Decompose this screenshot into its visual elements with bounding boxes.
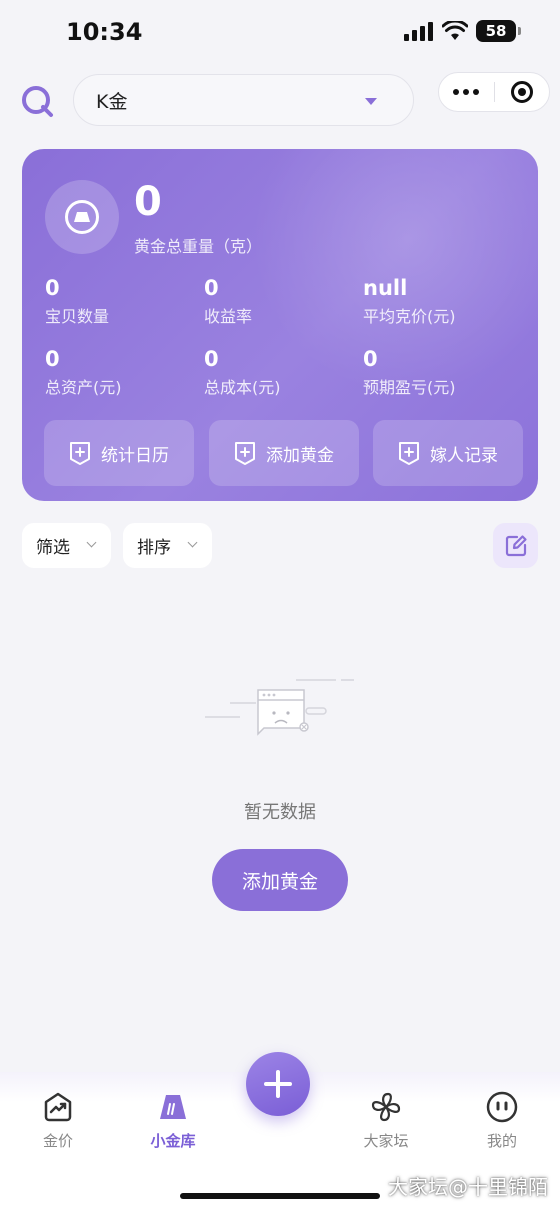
empty-state-text: 暂无数据 xyxy=(244,802,316,823)
total-weight-label: 黄金总重量（克） xyxy=(134,237,263,256)
target-icon xyxy=(510,81,533,103)
stat-label: 预期盈亏(元) xyxy=(363,378,456,397)
wifi-icon xyxy=(442,21,468,40)
chevron-down-icon xyxy=(86,537,97,548)
signal-icon xyxy=(404,22,433,41)
close-miniprogram-button[interactable] xyxy=(495,73,550,111)
tab-label: 大家坛 xyxy=(363,1132,409,1150)
total-weight-value: 0 xyxy=(134,179,162,225)
gold-icon-badge xyxy=(45,180,119,254)
stat-value: 0 xyxy=(363,347,378,371)
battery-icon: 58 xyxy=(476,20,521,42)
home-indicator xyxy=(180,1193,380,1199)
pinwheel-icon xyxy=(371,1092,401,1122)
stat-item-count: 0 宝贝数量 xyxy=(45,276,109,327)
filter-label: 筛选 xyxy=(36,538,70,558)
marriage-record-button[interactable]: 嫁人记录 xyxy=(373,420,523,486)
tab-gold-price[interactable]: 金价 xyxy=(13,1090,103,1151)
stat-total-assets: 0 总资产(元) xyxy=(45,347,122,398)
record-doc-icon xyxy=(399,442,419,465)
tab-label: 我的 xyxy=(486,1132,517,1150)
add-gold-card-label: 添加黄金 xyxy=(266,445,334,466)
more-dots-icon xyxy=(453,89,480,95)
caret-down-icon xyxy=(365,98,377,105)
empty-box-illustration xyxy=(205,679,354,736)
gold-type-select[interactable]: K金 xyxy=(73,74,414,126)
battery-level: 58 xyxy=(485,22,507,40)
add-gold-button[interactable]: 添加黄金 xyxy=(212,849,348,911)
stat-avg-price: null 平均克价(元) xyxy=(363,276,456,327)
tab-forum[interactable]: 大家坛 xyxy=(341,1090,431,1151)
add-gold-card-button[interactable]: 添加黄金 xyxy=(209,420,359,486)
summary-card: 0 黄金总重量（克） 0 宝贝数量 0 收益率 null 平均克价(元) 0 总… xyxy=(22,149,538,501)
stat-value: 0 xyxy=(45,276,60,300)
plus-icon xyxy=(264,1070,292,1098)
gold-bar-icon xyxy=(65,200,99,234)
stats-calendar-button[interactable]: 统计日历 xyxy=(44,420,194,486)
add-floating-button[interactable] xyxy=(246,1052,310,1116)
stat-value: 0 xyxy=(45,347,60,371)
stat-label: 平均克价(元) xyxy=(363,307,456,326)
face-icon xyxy=(486,1091,518,1123)
trend-chart-icon xyxy=(44,1092,72,1122)
edit-icon xyxy=(505,534,527,556)
marriage-record-label: 嫁人记录 xyxy=(430,445,498,466)
watermark: 大家坛@十里锦陌 xyxy=(388,1175,548,1199)
add-doc-icon xyxy=(235,442,255,465)
stat-expected-pnl: 0 预期盈亏(元) xyxy=(363,347,456,398)
sort-label: 排序 xyxy=(137,538,171,558)
status-icons: 58 xyxy=(404,20,521,42)
gold-type-value: K金 xyxy=(96,90,128,113)
tab-label: 金价 xyxy=(42,1132,73,1150)
stat-total-cost: 0 总成本(元) xyxy=(204,347,281,398)
stat-label: 收益率 xyxy=(204,307,253,326)
stat-yield-rate: 0 收益率 xyxy=(204,276,252,327)
chevron-down-icon xyxy=(187,537,198,548)
stat-label: 总资产(元) xyxy=(45,378,122,397)
more-button[interactable] xyxy=(439,73,494,111)
tab-label: 小金库 xyxy=(150,1132,196,1150)
stat-value: null xyxy=(363,276,408,300)
calendar-doc-icon xyxy=(70,442,90,465)
filter-dropdown[interactable]: 筛选 xyxy=(22,523,111,568)
sort-dropdown[interactable]: 排序 xyxy=(123,523,212,568)
miniprogram-capsule xyxy=(438,72,550,112)
tab-mine[interactable]: 我的 xyxy=(457,1090,547,1151)
edit-button[interactable] xyxy=(493,523,538,568)
stat-label: 总成本(元) xyxy=(204,378,281,397)
status-time: 10:34 xyxy=(66,18,143,46)
stat-value: 0 xyxy=(204,276,219,300)
tab-small-vault[interactable]: 小金库 xyxy=(128,1090,218,1151)
stats-calendar-label: 统计日历 xyxy=(101,445,169,466)
status-bar: 10:34 58 xyxy=(0,0,560,64)
stat-label: 宝贝数量 xyxy=(45,307,110,326)
app-logo-icon[interactable] xyxy=(20,84,54,118)
top-bar: K金 xyxy=(0,72,560,128)
gold-bar-icon xyxy=(160,1095,186,1119)
stat-value: 0 xyxy=(204,347,219,371)
